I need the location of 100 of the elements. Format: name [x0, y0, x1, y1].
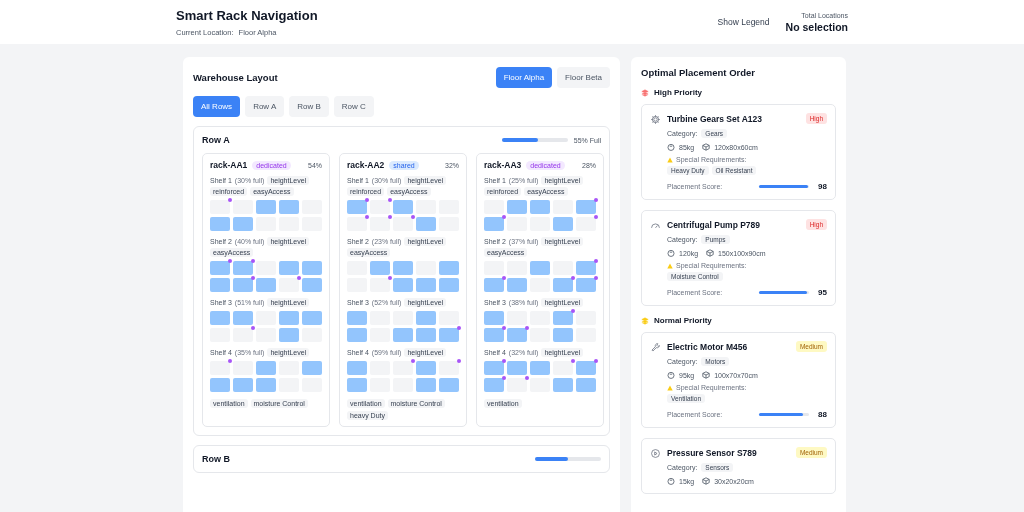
rack-card[interactable] — [339, 153, 467, 427]
storage-slot[interactable] — [507, 200, 527, 214]
row-filter-tab[interactable]: All Rows — [193, 96, 241, 117]
storage-slot[interactable] — [393, 278, 413, 292]
storage-slot[interactable] — [233, 200, 253, 214]
storage-slot[interactable] — [553, 217, 573, 231]
storage-slot[interactable] — [553, 278, 573, 292]
storage-slot[interactable] — [507, 217, 527, 231]
storage-slot[interactable] — [484, 217, 504, 231]
row-filter-tab[interactable]: Row B — [289, 96, 329, 117]
storage-slot[interactable] — [484, 200, 504, 214]
storage-slot[interactable] — [256, 311, 276, 325]
storage-slot[interactable] — [347, 311, 367, 325]
storage-slot[interactable] — [439, 311, 459, 325]
storage-slot[interactable] — [439, 361, 459, 375]
storage-slot[interactable] — [393, 200, 413, 214]
storage-slot[interactable] — [553, 378, 573, 392]
storage-slot[interactable] — [576, 278, 596, 292]
storage-slot[interactable] — [256, 361, 276, 375]
floor-tab[interactable]: Floor Beta — [557, 67, 610, 88]
storage-slot[interactable] — [416, 378, 436, 392]
storage-slot[interactable] — [370, 261, 390, 275]
storage-slot[interactable] — [233, 278, 253, 292]
storage-slot[interactable] — [347, 217, 367, 231]
storage-slot[interactable] — [256, 328, 276, 342]
storage-slot[interactable] — [393, 328, 413, 342]
storage-slot[interactable] — [576, 217, 596, 231]
storage-slot[interactable] — [279, 328, 299, 342]
storage-slot[interactable] — [530, 200, 550, 214]
storage-slot[interactable] — [210, 278, 230, 292]
storage-slot[interactable] — [530, 261, 550, 275]
storage-slot[interactable] — [302, 261, 322, 275]
storage-slot[interactable] — [302, 311, 322, 325]
storage-slot[interactable] — [279, 311, 299, 325]
storage-slot[interactable] — [416, 361, 436, 375]
show-legend-button[interactable]: Show Legend — [717, 17, 770, 27]
storage-slot[interactable] — [302, 278, 322, 292]
storage-slot[interactable] — [416, 311, 436, 325]
storage-slot[interactable] — [507, 328, 527, 342]
storage-slot[interactable] — [210, 311, 230, 325]
storage-slot[interactable] — [370, 278, 390, 292]
storage-slot[interactable] — [439, 278, 459, 292]
storage-slot[interactable] — [507, 361, 527, 375]
storage-slot[interactable] — [439, 261, 459, 275]
storage-slot[interactable] — [347, 361, 367, 375]
storage-slot[interactable] — [347, 328, 367, 342]
storage-slot[interactable] — [484, 261, 504, 275]
storage-slot[interactable] — [416, 200, 436, 214]
storage-slot[interactable] — [233, 217, 253, 231]
storage-slot[interactable] — [279, 200, 299, 214]
storage-slot[interactable] — [576, 311, 596, 325]
storage-slot[interactable] — [210, 261, 230, 275]
storage-slot[interactable] — [416, 328, 436, 342]
storage-slot[interactable] — [576, 378, 596, 392]
storage-slot[interactable] — [484, 378, 504, 392]
storage-slot[interactable] — [416, 217, 436, 231]
storage-slot[interactable] — [507, 311, 527, 325]
storage-slot[interactable] — [210, 378, 230, 392]
storage-slot[interactable] — [439, 378, 459, 392]
storage-slot[interactable] — [256, 378, 276, 392]
storage-slot[interactable] — [576, 261, 596, 275]
storage-slot[interactable] — [553, 261, 573, 275]
storage-slot[interactable] — [484, 328, 504, 342]
storage-slot[interactable] — [393, 261, 413, 275]
storage-slot[interactable] — [233, 311, 253, 325]
storage-slot[interactable] — [256, 261, 276, 275]
storage-slot[interactable] — [233, 328, 253, 342]
storage-slot[interactable] — [393, 361, 413, 375]
row-filter-tab[interactable]: Row C — [333, 96, 374, 117]
storage-slot[interactable] — [553, 311, 573, 325]
floor-tab[interactable]: Floor Alpha — [495, 67, 553, 88]
storage-slot[interactable] — [347, 200, 367, 214]
storage-slot[interactable] — [210, 361, 230, 375]
storage-slot[interactable] — [370, 217, 390, 231]
storage-slot[interactable] — [530, 378, 550, 392]
storage-slot[interactable] — [507, 261, 527, 275]
row-filter-tab[interactable]: Row A — [245, 96, 285, 117]
storage-slot[interactable] — [370, 200, 390, 214]
rack-card[interactable] — [202, 153, 330, 427]
storage-slot[interactable] — [530, 328, 550, 342]
storage-slot[interactable] — [530, 311, 550, 325]
storage-slot[interactable] — [256, 200, 276, 214]
storage-slot[interactable] — [416, 278, 436, 292]
storage-slot[interactable] — [576, 361, 596, 375]
storage-slot[interactable] — [233, 361, 253, 375]
storage-slot[interactable] — [279, 278, 299, 292]
storage-slot[interactable] — [553, 361, 573, 375]
storage-slot[interactable] — [302, 361, 322, 375]
storage-slot[interactable] — [279, 261, 299, 275]
storage-slot[interactable] — [507, 378, 527, 392]
storage-slot[interactable] — [507, 278, 527, 292]
storage-slot[interactable] — [210, 217, 230, 231]
storage-slot[interactable] — [576, 200, 596, 214]
storage-slot[interactable] — [439, 328, 459, 342]
storage-slot[interactable] — [553, 328, 573, 342]
storage-slot[interactable] — [484, 311, 504, 325]
storage-slot[interactable] — [233, 378, 253, 392]
storage-slot[interactable] — [256, 278, 276, 292]
storage-slot[interactable] — [210, 200, 230, 214]
storage-slot[interactable] — [393, 217, 413, 231]
